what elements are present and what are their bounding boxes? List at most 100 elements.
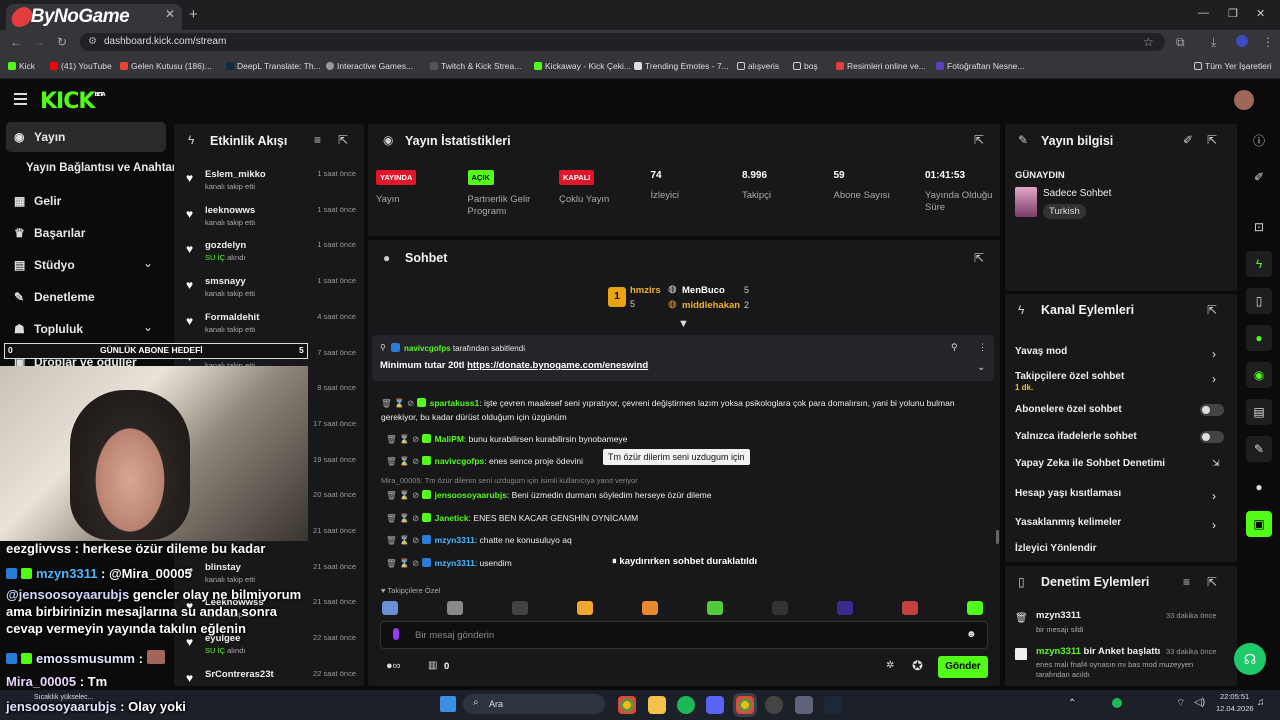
channel-action-item[interactable]: İzleyici Yönlendir xyxy=(1015,543,1097,554)
mod-action-user[interactable]: mzyn3311 bir Anket başlattı xyxy=(1036,646,1160,657)
discord-icon[interactable] xyxy=(706,696,724,714)
chat-message[interactable]: 🗑 ⌛ ⊘ jensoosoyaarubjs: Beni üzmedin dur… xyxy=(386,490,712,501)
info-icon[interactable]: ⓘ xyxy=(1246,128,1272,154)
filter-icon[interactable]: ≡ xyxy=(1183,575,1190,589)
forward-icon[interactable]: → xyxy=(33,35,45,49)
channel-action-item[interactable]: Yapay Zeka ile Sohbet Denetimi xyxy=(1015,458,1165,469)
channel-action-item[interactable]: Hesap yaşı kısıtlaması xyxy=(1015,488,1121,499)
emote-icon[interactable] xyxy=(577,601,593,615)
popout-icon[interactable]: ⇱ xyxy=(1207,133,1217,147)
mic-icon[interactable] xyxy=(393,628,399,640)
ban-icon[interactable]: ⊘ xyxy=(407,398,414,408)
chat-paused-notice[interactable]: ⏸ kaydırırken sohbet duraklatıldı xyxy=(609,555,761,568)
delete-icon[interactable]: 🗑 xyxy=(386,456,397,466)
clipboard-icon[interactable]: ▯ xyxy=(1246,288,1272,314)
volume-icon[interactable]: ◁) xyxy=(1194,697,1205,708)
ban-icon[interactable]: ⊘ xyxy=(412,513,419,523)
edit-icon[interactable]: ✐ xyxy=(1183,133,1193,147)
emote-icon[interactable] xyxy=(902,601,918,615)
extensions-icon[interactable]: ⧉ xyxy=(1176,35,1185,50)
chrome-active-icon[interactable] xyxy=(736,696,754,714)
taskbar-search[interactable] xyxy=(463,694,605,714)
emote-icon[interactable] xyxy=(382,601,398,615)
bookmark-star-icon[interactable]: ☆ xyxy=(1143,35,1154,49)
toggle-switch[interactable] xyxy=(1200,404,1224,416)
popout-icon[interactable]: ⇱ xyxy=(338,133,348,147)
popout-icon[interactable]: ⇱ xyxy=(974,251,984,265)
chat-scrollbar[interactable] xyxy=(996,530,999,544)
notifications-icon[interactable]: ♫ xyxy=(1257,697,1265,708)
gift-icon[interactable]: ▥ xyxy=(428,660,437,671)
leader-name[interactable]: MenBuco xyxy=(682,285,725,296)
chat-message[interactable]: 🗑 ⌛ ⊘ Janetick: ENES BEN KACAR GENSHİN O… xyxy=(386,513,638,524)
delete-icon[interactable]: 🗑 xyxy=(386,535,397,545)
ban-icon[interactable]: ⊘ xyxy=(412,490,419,500)
delete-icon[interactable]: 🗑 xyxy=(386,434,397,444)
user-avatar[interactable] xyxy=(1234,90,1254,110)
bookmark-item[interactable]: Twitch & Kick Strea... xyxy=(430,61,521,71)
bookmark-item[interactable]: Kick xyxy=(8,61,35,71)
chevron-down-icon[interactable]: ⌄ xyxy=(143,320,153,334)
hamburger-menu-icon[interactable] xyxy=(14,93,27,95)
timeout-icon[interactable]: ⌛ xyxy=(399,558,410,568)
chat-message[interactable]: 🗑 ⌛ ⊘ mzyn3311: chatte ne konusuluyo aq xyxy=(386,535,572,546)
close-window-icon[interactable]: ✕ xyxy=(1256,7,1265,20)
nav-item-denetleme[interactable]: ✎ Denetleme xyxy=(14,290,95,304)
bookmark-item[interactable]: Fotoğraftan Nesne... xyxy=(936,61,1025,71)
timeout-icon[interactable]: ⌛ xyxy=(394,398,405,408)
chat-message[interactable]: 🗑 ⌛ ⊘ MaliPM: bunu kurabilirsen kurabili… xyxy=(386,434,627,445)
wifi-icon[interactable]: ⌔ xyxy=(1176,697,1185,710)
toggle-switch[interactable] xyxy=(1200,431,1224,443)
emote-icon[interactable] xyxy=(642,601,658,615)
popout-icon[interactable]: ⇱ xyxy=(1207,303,1217,317)
chevron-right-icon[interactable]: › xyxy=(1212,489,1216,503)
new-tab-icon[interactable]: + xyxy=(189,6,198,23)
emote-icon[interactable] xyxy=(772,601,788,615)
timeout-icon[interactable]: ⌛ xyxy=(399,513,410,523)
chat-icon[interactable]: ● xyxy=(1246,325,1272,351)
external-link-icon[interactable]: ⇲ xyxy=(1212,458,1220,469)
menu-icon[interactable]: ⋮ xyxy=(1262,35,1274,49)
leader-name[interactable]: middlehakan xyxy=(682,300,740,311)
mod-action-user[interactable]: mzyn3311 xyxy=(1036,610,1081,621)
nav-item-topluluk[interactable]: ☗ Topluluk xyxy=(14,322,83,336)
lightning-icon[interactable]: ϟ xyxy=(1246,251,1272,277)
add-widget-icon[interactable]: ▣ xyxy=(1246,511,1272,537)
bookmark-folder[interactable]: alışveris xyxy=(737,61,779,71)
close-tab-icon[interactable]: ✕ xyxy=(165,7,175,21)
delete-icon[interactable]: 🗑 xyxy=(386,558,397,568)
ban-icon[interactable]: ⊘ xyxy=(412,456,419,466)
pinned-link[interactable]: https://donate.bynogame.com/eneswind xyxy=(467,360,648,371)
activity-user[interactable]: Eslem_mikko xyxy=(205,169,266,180)
emote-icon[interactable] xyxy=(837,601,853,615)
activity-item[interactable]: ♥ smsnayy kanalı takip etti 1 saat önce xyxy=(186,276,356,311)
chrome-icon[interactable] xyxy=(618,696,636,714)
chevron-right-icon[interactable]: › xyxy=(1212,518,1216,532)
channel-action-item[interactable]: Abonelere özel sohbet xyxy=(1015,404,1122,415)
bookmark-folder[interactable]: boş xyxy=(793,61,818,71)
app-icon[interactable] xyxy=(795,696,813,714)
nav-item-gelir[interactable]: ▦ Gelir xyxy=(14,194,61,208)
activity-user[interactable]: smsnayy xyxy=(205,276,246,287)
bookmark-item[interactable]: Interactive Games... xyxy=(326,61,413,71)
tray-spotify-icon[interactable] xyxy=(1112,698,1122,708)
channel-action-item[interactable]: Yasaklanmış kelimeler xyxy=(1015,517,1121,528)
bookmark-item[interactable]: DeepL Translate: Th... xyxy=(226,61,321,71)
timeout-icon[interactable]: ⌛ xyxy=(399,434,410,444)
list-icon[interactable]: ▤ xyxy=(1246,399,1272,425)
emoji-icon[interactable]: ☻ xyxy=(966,629,977,640)
category-thumbnail[interactable] xyxy=(1015,187,1037,217)
profile-icon[interactable] xyxy=(1236,35,1248,47)
channel-action-item[interactable]: Takipçilere özel sohbet xyxy=(1015,371,1124,382)
popout-icon[interactable]: ⇱ xyxy=(974,133,984,147)
timeout-icon[interactable]: ⌛ xyxy=(399,456,410,466)
mod-tools-icon[interactable]: ✪ xyxy=(912,658,923,674)
chat-username[interactable]: mzyn3311 xyxy=(435,558,475,568)
download-icon[interactable]: ⤓ xyxy=(1211,35,1216,50)
reply-context[interactable]: Mira_00005: Tm özür dilerim seni uzdugum… xyxy=(381,476,638,485)
chat-username[interactable]: jensoosoyaarubjs xyxy=(435,490,507,500)
delete-icon[interactable]: 🗑 xyxy=(381,398,392,408)
filter-icon[interactable]: ≡ xyxy=(314,133,321,147)
emote-icon[interactable] xyxy=(707,601,723,615)
chat-message[interactable]: 🗑 ⌛ ⊘ spartakuss1: işte çevren maalesef … xyxy=(381,396,981,424)
